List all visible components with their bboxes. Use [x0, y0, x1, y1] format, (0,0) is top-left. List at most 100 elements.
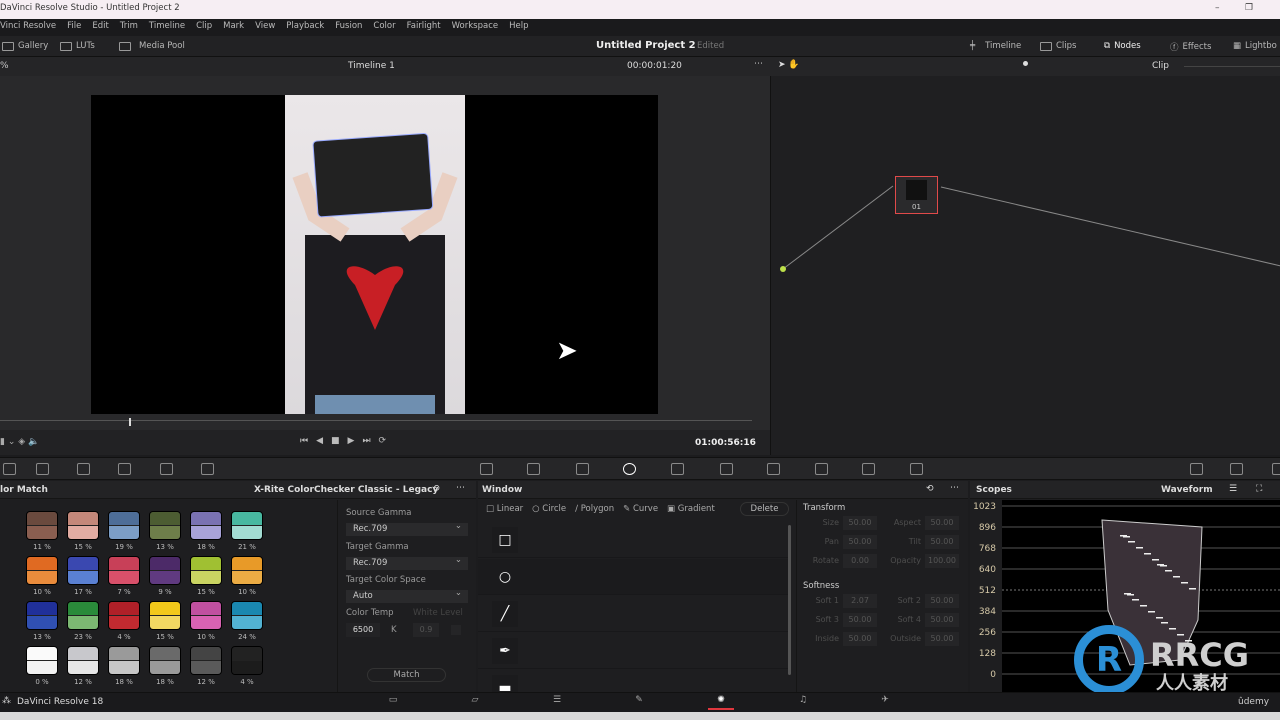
soft-2-input[interactable]: 50.00	[925, 594, 959, 608]
curve-window-button[interactable]: ✎ Curve	[623, 504, 658, 514]
color-swatch[interactable]	[231, 646, 263, 675]
white-level-input[interactable]: 0.9	[413, 623, 439, 637]
color-swatch[interactable]	[149, 556, 181, 585]
polygon-window-button[interactable]: ∕ Polygon	[575, 504, 614, 514]
circle-window-button[interactable]: ○ Circle	[532, 504, 566, 514]
lightbox-button[interactable]: ▦ Lightbo	[1233, 41, 1277, 51]
page-tab-deliver-icon[interactable]: ✈	[872, 695, 898, 710]
color-swatch[interactable]	[108, 646, 140, 675]
more-icon[interactable]: ⋯	[950, 483, 959, 493]
color-swatch[interactable]	[149, 511, 181, 540]
media-pool-button[interactable]: Media Pool	[119, 41, 185, 51]
minimize-button[interactable]: –	[1215, 3, 1220, 13]
aspect-input[interactable]: 50.00	[925, 516, 959, 530]
delete-button[interactable]: Delete	[740, 502, 789, 516]
color-swatch[interactable]	[190, 556, 222, 585]
linear-window-button[interactable]: □ Linear	[486, 504, 523, 514]
zoom-dropdown[interactable]: %	[0, 61, 9, 71]
menu-file[interactable]: File	[67, 21, 81, 36]
menu-clip[interactable]: Clip	[196, 21, 212, 36]
color-swatch[interactable]	[108, 511, 140, 540]
color-temp-input[interactable]: 6500	[346, 623, 380, 637]
pan-input[interactable]: 50.00	[843, 535, 877, 549]
palette-tool-icon[interactable]	[160, 463, 173, 475]
color-swatch[interactable]	[108, 556, 140, 585]
target-color-space-dropdown[interactable]: Auto	[346, 588, 468, 603]
target-gamma-dropdown[interactable]: Rec.709	[346, 555, 468, 570]
page-tab-edit-icon[interactable]: ☰	[544, 695, 570, 710]
inside-input[interactable]: 50.00	[843, 632, 877, 646]
audio-controls[interactable]: ▮ ⌄ ◈ 🔈	[0, 437, 39, 447]
color-swatch[interactable]	[67, 556, 99, 585]
nodes-button[interactable]: ⧉ Nodes	[1104, 41, 1141, 51]
color-swatch[interactable]	[231, 511, 263, 540]
clip-mode-dropdown[interactable]: Clip	[1152, 61, 1169, 71]
color-swatch[interactable]	[190, 601, 222, 630]
menu-edit[interactable]: Edit	[92, 21, 108, 36]
timeline-button[interactable]: ╪ Timeline	[970, 41, 1021, 51]
palette-tool-icon[interactable]	[480, 463, 493, 475]
palette-tool-icon[interactable]	[623, 463, 636, 475]
scope-mode-dropdown[interactable]: Waveform	[1161, 485, 1213, 495]
color-swatch[interactable]	[26, 646, 58, 675]
white-level-checkbox[interactable]	[451, 625, 461, 635]
clips-button[interactable]: Clips	[1040, 41, 1076, 51]
luts-button[interactable]: LUTs	[60, 41, 95, 51]
soft-1-input[interactable]: 2.07	[843, 594, 877, 608]
color-swatch[interactable]	[149, 646, 181, 675]
pointer-icon[interactable]: ➤ ✋	[778, 60, 800, 70]
color-swatch[interactable]	[26, 556, 58, 585]
palette-tool-icon[interactable]	[1230, 463, 1243, 475]
palette-tool-icon[interactable]	[118, 463, 131, 475]
source-gamma-dropdown[interactable]: Rec.709	[346, 521, 468, 536]
menu-view[interactable]: View	[255, 21, 275, 36]
window-row-linear[interactable]: □	[478, 522, 788, 558]
effects-button[interactable]: ⓕ Effects	[1170, 41, 1211, 53]
color-swatch[interactable]	[26, 601, 58, 630]
soft-4-input[interactable]: 50.00	[925, 613, 959, 627]
menu-trim[interactable]: Trim	[120, 21, 138, 36]
page-tab-fusion-icon[interactable]: ✎	[626, 695, 652, 710]
color-swatch[interactable]	[108, 601, 140, 630]
palette-tool-icon[interactable]	[36, 463, 49, 475]
palette-tool-icon[interactable]	[201, 463, 214, 475]
menu-color[interactable]: Color	[373, 21, 395, 36]
more-icon[interactable]: ⋯	[754, 59, 763, 69]
size-input[interactable]: 50.00	[843, 516, 877, 530]
menu-help[interactable]: Help	[509, 21, 528, 36]
node-01[interactable]: 01	[895, 176, 938, 214]
color-swatch[interactable]	[67, 511, 99, 540]
color-swatch[interactable]	[231, 601, 263, 630]
scrubber-bar[interactable]	[0, 420, 752, 421]
menu-fusion[interactable]: Fusion	[335, 21, 362, 36]
palette-tool-icon[interactable]	[576, 463, 589, 475]
palette-tool-icon[interactable]	[3, 463, 16, 475]
palette-tool-icon[interactable]	[862, 463, 875, 475]
color-swatch[interactable]	[149, 601, 181, 630]
window-list-scrollbar[interactable]	[788, 525, 791, 675]
opacity-input[interactable]: 100.00	[925, 554, 959, 568]
palette-tool-icon[interactable]	[1190, 463, 1203, 475]
playback-controls[interactable]: ⏮◀■▶⏭⟳	[300, 436, 394, 446]
more-icon[interactable]: ⋯	[456, 483, 465, 493]
gradient-window-button[interactable]: ▣ Gradient	[667, 504, 715, 514]
outside-input[interactable]: 50.00	[925, 632, 959, 646]
color-swatch[interactable]	[67, 601, 99, 630]
palette-tool-icon[interactable]	[671, 463, 684, 475]
menu-workspace[interactable]: Workspace	[452, 21, 498, 36]
timecode-display[interactable]: 00:00:01:20	[627, 61, 682, 71]
window-row-gradient[interactable]: ▬	[478, 670, 788, 692]
playhead[interactable]	[129, 418, 131, 426]
color-swatch[interactable]	[190, 511, 222, 540]
color-swatch[interactable]	[231, 556, 263, 585]
page-tab-cut-icon[interactable]: ▱	[462, 695, 488, 710]
soft-3-input[interactable]: 50.00	[843, 613, 877, 627]
tilt-input[interactable]: 50.00	[925, 535, 959, 549]
zoom-slider[interactable]	[1184, 66, 1280, 67]
palette-tool-icon[interactable]	[720, 463, 733, 475]
color-swatch[interactable]	[67, 646, 99, 675]
palette-tool-icon[interactable]	[815, 463, 828, 475]
gallery-button[interactable]: Gallery	[2, 41, 48, 51]
palette-tool-icon[interactable]	[1272, 463, 1280, 475]
timeline-dropdown[interactable]: Timeline 1	[348, 61, 395, 71]
